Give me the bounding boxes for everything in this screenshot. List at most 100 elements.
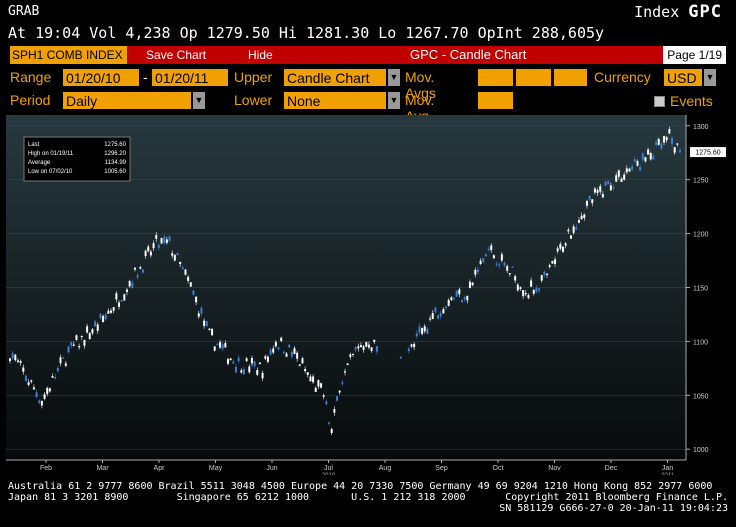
footer-copyright: Copyright 2011 Bloomberg Finance L.P. [505,492,728,503]
save-chart-button[interactable]: Save Chart [146,48,206,62]
upper-dropdown-icon[interactable]: ▼ [388,69,400,86]
candle-body [306,372,309,375]
candle-body [554,259,557,264]
candle-body [668,129,671,134]
x-tick-label: Feb [40,465,52,472]
candle-body [86,326,89,333]
candle-body [585,200,588,206]
candle-body [165,239,168,243]
candle-body [367,344,370,348]
candle-body [620,178,623,182]
end-date-field[interactable]: 01/20/11 [152,69,228,86]
candle-body [564,243,567,246]
toolbar: SPH1 COMB INDEX Save Chart Hide GPC - Ca… [10,46,726,64]
mov-avg-field-1[interactable] [478,69,513,86]
candle-body [442,309,445,314]
lower-dropdown-icon[interactable]: ▼ [388,92,400,109]
candle-body [211,328,214,336]
candle-body [229,358,232,361]
candle-body [282,351,285,354]
start-date-field[interactable]: 01/20/10 [63,69,139,86]
candle-body [543,271,546,276]
mov-avg-field-3[interactable] [554,69,587,86]
upper-select[interactable]: Candle Chart [284,69,386,86]
candle-body [482,257,485,263]
candle-body [349,354,352,357]
y-tick-label: 1300 [693,124,709,131]
x-axis: Feb Mar Apr May Jun Jul2010 Aug Sep Oct Nov Dec Jan… [6,459,686,475]
candle-body [556,248,559,252]
candle-body [187,276,190,281]
period-select[interactable]: Daily [63,92,191,109]
footer-timestamp: SN 581129 G666-27-0 20-Jan-11 19:04:23 [499,503,728,514]
candle-body [527,295,530,299]
candle-body [410,344,413,347]
x-tick-label: Apr [154,465,166,472]
candle-body [341,382,344,385]
currency-dropdown-icon[interactable]: ▼ [704,69,716,86]
candle-body [102,315,105,323]
candle-body [407,348,410,352]
candle-body [375,346,378,352]
candle-body [234,366,237,373]
candle-body [476,269,479,273]
candle-body [293,348,296,355]
candle-body [24,375,27,382]
x-tick-label: Nov [548,465,561,472]
legend-value: 1275.60 [104,142,126,148]
candle-body [625,168,628,173]
candle-body [277,347,280,350]
candle-body [51,376,54,378]
candle-body [652,155,655,160]
candle-body [75,335,78,341]
candle-body [176,253,179,256]
x-tick-label: Jun [266,465,277,472]
footer-line-2: Japan 81 3 3201 8900 Singapore 65 6212 1… [8,492,466,503]
mov-avg-field-2[interactable] [516,69,551,86]
candle-body [110,310,113,313]
page-indicator[interactable]: Page 1/19 [663,46,726,64]
candle-body [325,401,328,405]
period-dropdown-icon[interactable]: ▼ [193,92,205,109]
candle-body [43,394,46,399]
candle-body [676,143,679,145]
candle-body [149,251,152,256]
candle-body [663,136,666,143]
x-tick-label: Sep [435,465,448,472]
candle-body [203,320,206,326]
candle-body [40,401,43,406]
candle-body [322,395,325,397]
currency-select[interactable]: USD [664,69,702,86]
candle-body [538,288,541,291]
checkbox-icon[interactable] [654,96,665,107]
candle-body [559,244,562,249]
candle-body [426,328,429,334]
candle-body [91,329,94,334]
candle-body [679,150,681,153]
candle-chart[interactable]: 1000 1050 1100 1150 1200 1250 1300 Feb Mar Apr Ma… [6,115,730,475]
y-tick-label: 1050 [693,393,709,400]
lower-select[interactable]: None [284,92,386,109]
candle-body [304,368,307,372]
candle-body [120,299,123,302]
y-tick-label: 1000 [693,447,709,454]
candle-body [453,297,456,299]
candle-body [67,346,70,353]
candle-body [179,262,182,265]
x-tick-label: Jan [662,465,673,472]
candle-body [562,246,565,252]
candle-body [123,294,126,301]
candle-body [583,214,586,218]
candle-body [359,345,362,348]
candle-body [450,297,453,301]
hide-button[interactable]: Hide [248,48,273,62]
candle-body [431,313,434,320]
candle-body [524,293,527,295]
candle-body [503,262,506,266]
mov-avg-lower-field[interactable] [478,92,513,109]
candle-body [250,357,253,364]
candle-body [519,287,522,289]
candle-body [301,358,304,364]
candle-body [32,387,35,390]
tab-sph1-comb-index[interactable]: SPH1 COMB INDEX [10,46,127,64]
